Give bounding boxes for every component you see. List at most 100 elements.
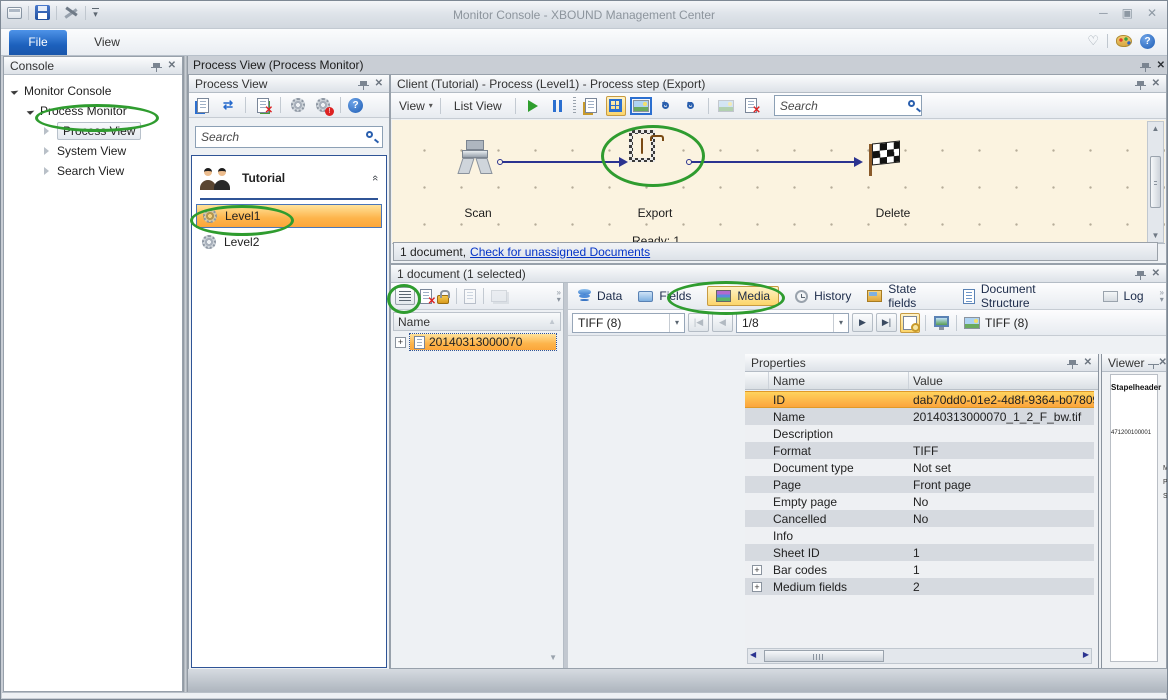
property-row[interactable]: Empty pageNo <box>745 493 1094 510</box>
name-column-header[interactable]: Name ▲ <box>393 312 561 331</box>
scroll-left-icon[interactable]: ◀ <box>750 650 756 659</box>
process-flow-diagram[interactable]: Scan Export Delete Ready: 1 <box>392 120 1165 244</box>
pin-icon[interactable] <box>1142 63 1149 68</box>
unassigned-documents-link[interactable]: Check for unassigned Documents <box>470 245 650 259</box>
name-column[interactable]: Name <box>769 372 909 389</box>
tree-item-process-view[interactable]: Process View <box>4 121 182 141</box>
property-row[interactable]: CancelledNo <box>745 510 1094 527</box>
delete-document-button[interactable] <box>741 96 761 116</box>
close-icon[interactable]: ✕ <box>1155 60 1167 71</box>
page-combobox[interactable]: 1/8▾ <box>736 313 849 333</box>
lock-icon[interactable] <box>437 295 449 304</box>
search-icon[interactable] <box>908 100 915 107</box>
close-button[interactable]: ✕ <box>1147 6 1157 20</box>
properties-toggle-button[interactable] <box>900 313 920 333</box>
toolbar-overflow-icon[interactable]: »▾ <box>557 289 563 303</box>
configure-process-button[interactable] <box>288 95 308 115</box>
scroll-down-icon[interactable]: ▼ <box>1148 231 1163 240</box>
grid-view-button[interactable] <box>606 96 626 116</box>
property-row[interactable]: PageFront page <box>745 476 1094 493</box>
tabs-overflow-icon[interactable]: »▾ <box>1160 289 1166 303</box>
search-icon[interactable] <box>366 131 373 138</box>
heart-icon[interactable]: ♡ <box>1087 33 1099 49</box>
collapsed-arrow-icon[interactable] <box>44 147 49 155</box>
list-view-icon[interactable] <box>395 287 415 305</box>
scroll-up-icon[interactable]: ▲ <box>1148 124 1163 133</box>
help-icon[interactable]: ? <box>1140 34 1155 49</box>
monitor-view-button[interactable] <box>931 313 951 333</box>
property-row[interactable]: Document typeNot set <box>745 459 1094 476</box>
fit-to-window-button[interactable] <box>631 96 651 116</box>
view-dropdown-button[interactable]: View▾ <box>399 96 433 116</box>
expanded-arrow-icon[interactable] <box>27 107 35 115</box>
next-page-button[interactable]: ▶ <box>852 313 873 332</box>
process-search-input[interactable] <box>195 126 383 148</box>
scroll-right-icon[interactable]: ▶ <box>1083 650 1089 659</box>
collapse-chevron-icon[interactable]: « <box>369 175 381 181</box>
pin-icon[interactable] <box>360 81 367 86</box>
selected-document[interactable]: 20140313000070 <box>410 334 556 350</box>
pin-icon[interactable] <box>1069 360 1076 365</box>
process-item-level1[interactable]: Level1 <box>196 204 382 228</box>
close-icon[interactable]: ✕ <box>1156 357 1168 368</box>
properties-horizontal-scrollbar[interactable]: ◀ ▶ <box>747 648 1092 664</box>
collapsed-arrow-icon[interactable] <box>44 127 49 135</box>
tab-log[interactable]: Log <box>1103 289 1144 303</box>
expand-icon[interactable]: + <box>752 565 762 575</box>
refresh-view-button[interactable] <box>193 95 213 115</box>
scrollbar-thumb[interactable] <box>764 650 884 662</box>
tab-state-fields[interactable]: State fields <box>867 282 947 310</box>
property-row[interactable]: FormatTIFF <box>745 442 1094 459</box>
diagram-vertical-scrollbar[interactable]: ▲ ▼ <box>1147 121 1164 243</box>
value-column[interactable]: Value <box>909 372 1098 389</box>
pin-icon[interactable] <box>1137 271 1144 276</box>
step-search-input[interactable] <box>774 95 922 116</box>
expand-icon[interactable]: + <box>395 337 406 348</box>
export-list-button[interactable] <box>253 95 273 115</box>
process-errors-button[interactable]: ! <box>313 95 333 115</box>
collapsed-arrow-icon[interactable] <box>44 167 49 175</box>
document-row[interactable]: + 20140313000070 <box>395 334 556 350</box>
previous-page-button[interactable]: ◀ <box>712 313 733 332</box>
scroll-down-icon[interactable]: ▼ <box>549 653 557 662</box>
property-row[interactable]: Sheet ID1 <box>745 544 1094 561</box>
pin-icon[interactable] <box>153 63 160 68</box>
export-step-selection[interactable] <box>629 130 655 162</box>
refresh-button[interactable]: ⇄ <box>218 95 238 115</box>
property-row[interactable]: Info <box>745 527 1094 544</box>
close-icon[interactable]: ✕ <box>1150 268 1162 279</box>
list-view-button[interactable]: List View <box>448 96 508 116</box>
minimize-button[interactable]: ─ <box>1099 6 1108 20</box>
help-icon[interactable]: ? <box>348 98 363 113</box>
close-icon[interactable]: ✕ <box>166 60 178 71</box>
expand-icon[interactable]: + <box>752 582 762 592</box>
tab-file[interactable]: File <box>9 30 67 55</box>
close-icon[interactable]: ✕ <box>373 78 385 89</box>
palette-icon[interactable] <box>1116 35 1132 47</box>
property-row[interactable]: Description <box>745 425 1094 442</box>
tab-data[interactable]: Data <box>578 289 622 303</box>
property-row[interactable]: IDdab70dd0-01e2-4d8f-9364-b0780990d... <box>745 391 1094 408</box>
property-row[interactable]: +Bar codes1 <box>745 561 1094 578</box>
scan-step-icon[interactable] <box>458 140 492 176</box>
tree-item-process-monitor[interactable]: Process Monitor <box>4 101 182 121</box>
document-preview-page[interactable]: Stapelheader 471200100001 Mandant:4712 P… <box>1110 374 1158 662</box>
property-row[interactable]: Name20140313000070_1_2_F_bw.tif <box>745 408 1094 425</box>
property-row[interactable]: +Medium fields2 <box>745 578 1094 595</box>
tiff-image-button[interactable] <box>962 313 982 333</box>
pause-button[interactable] <box>548 96 568 116</box>
preview-button[interactable] <box>581 96 601 116</box>
tab-view[interactable]: View <box>79 30 135 55</box>
last-page-button[interactable]: ▶| <box>876 313 897 332</box>
zoom-out-button[interactable]: − <box>681 96 701 116</box>
first-page-button[interactable]: |◀ <box>688 313 709 332</box>
process-item-level2[interactable]: Level2 <box>196 230 382 254</box>
pin-icon[interactable] <box>1137 81 1144 86</box>
restore-button[interactable]: ▣ <box>1122 6 1133 20</box>
tree-item-search-view[interactable]: Search View <box>4 161 182 181</box>
tab-fields[interactable]: Fields <box>638 289 691 303</box>
scrollbar-thumb[interactable] <box>1150 156 1161 208</box>
play-button[interactable] <box>523 96 543 116</box>
tree-item-system-view[interactable]: System View <box>4 141 182 161</box>
remove-document-icon[interactable] <box>420 289 432 304</box>
